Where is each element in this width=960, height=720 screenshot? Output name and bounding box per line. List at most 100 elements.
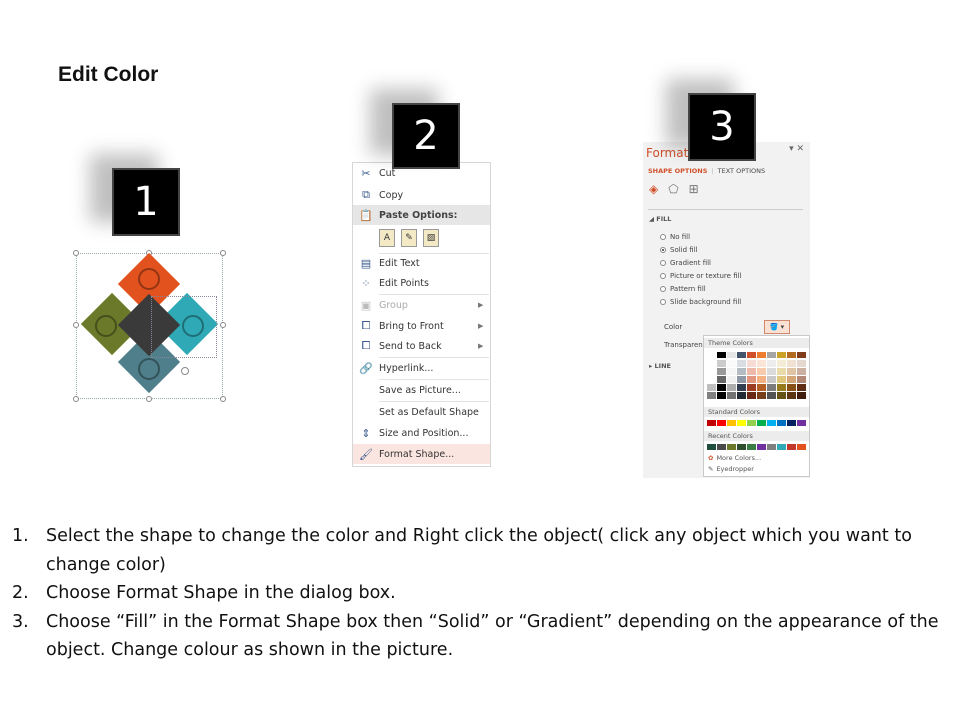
fill-color-button[interactable]: 🪣 ▾ [764,320,790,334]
color-swatch[interactable] [707,392,716,399]
fill-option-no-fill[interactable]: No fill [660,233,690,241]
fill-option-slide-background[interactable]: Slide background fill [660,298,741,306]
color-swatch[interactable] [757,352,766,358]
color-swatch[interactable] [727,368,736,375]
color-swatch[interactable] [767,384,776,391]
color-swatch[interactable] [727,392,736,399]
resize-handle[interactable] [73,322,79,328]
line-section-header[interactable]: ▸ LINE [649,362,671,370]
color-swatch[interactable] [767,392,776,399]
resize-handle[interactable] [73,250,79,256]
menu-item-set-default-shape[interactable]: Set as Default Shape [353,402,490,422]
color-swatch[interactable] [747,360,756,367]
size-properties-icon[interactable]: ⊞ [689,182,699,196]
color-swatch[interactable] [747,392,756,399]
color-swatch[interactable] [757,420,766,426]
color-swatch[interactable] [747,368,756,375]
color-swatch[interactable] [737,352,746,358]
color-swatch[interactable] [787,360,796,367]
eyedropper-option[interactable]: ✎ Eyedropper [708,465,754,473]
menu-item-bring-to-front[interactable]: ⧠ Bring to Front ▶ [353,316,490,336]
color-swatch[interactable] [737,444,746,450]
color-swatch[interactable] [767,376,776,383]
color-swatch[interactable] [737,384,746,391]
menu-item-group[interactable]: ▣ Group ▶ [353,295,490,315]
color-swatch[interactable] [787,384,796,391]
color-swatch[interactable] [707,420,716,426]
menu-item-format-shape[interactable]: 🖌 Format Shape... [353,444,490,464]
paste-keep-formatting-icon[interactable]: A [379,229,395,247]
color-swatch[interactable] [777,420,786,426]
color-swatch[interactable] [727,352,736,358]
color-swatch[interactable] [737,368,746,375]
color-swatch[interactable] [737,420,746,426]
color-swatch[interactable] [777,368,786,375]
fill-option-gradient-fill[interactable]: Gradient fill [660,259,711,267]
color-swatch[interactable] [777,360,786,367]
color-swatch[interactable] [747,420,756,426]
color-swatch[interactable] [717,392,726,399]
color-swatch[interactable] [787,352,796,358]
color-swatch[interactable] [717,352,726,358]
menu-item-edit-text[interactable]: ▤ Edit Text [353,253,490,273]
color-swatch[interactable] [727,360,736,367]
menu-item-hyperlink[interactable]: 🔗 Hyperlink... [353,358,490,378]
color-swatch[interactable] [707,352,716,358]
menu-item-send-to-back[interactable]: ⧠ Send to Back ▶ [353,336,490,356]
color-swatch[interactable] [787,444,796,450]
color-swatch[interactable] [767,444,776,450]
color-swatch[interactable] [727,420,736,426]
color-swatch[interactable] [777,444,786,450]
color-swatch[interactable] [737,392,746,399]
color-swatch[interactable] [797,384,806,391]
color-swatch[interactable] [787,392,796,399]
color-swatch[interactable] [757,360,766,367]
color-swatch[interactable] [707,376,716,383]
color-swatch[interactable] [797,376,806,383]
color-swatch[interactable] [797,352,806,358]
resize-handle[interactable] [220,396,226,402]
color-swatch[interactable] [757,368,766,375]
fill-section-header[interactable]: ◢ FILL [649,215,671,223]
color-swatch[interactable] [767,420,776,426]
color-swatch[interactable] [747,384,756,391]
color-swatch[interactable] [767,352,776,358]
rotate-handle[interactable] [181,367,189,375]
menu-item-copy[interactable]: ⧉ Copy [353,185,490,205]
paste-merge-formatting-icon[interactable]: ✎ [401,229,417,247]
color-swatch[interactable] [717,360,726,367]
color-swatch[interactable] [787,420,796,426]
color-swatch[interactable] [767,360,776,367]
resize-handle[interactable] [220,250,226,256]
resize-handle[interactable] [73,396,79,402]
paste-picture-icon[interactable]: ▨ [423,229,439,247]
color-swatch[interactable] [707,384,716,391]
color-swatch[interactable] [797,444,806,450]
menu-item-size-and-position[interactable]: ⇕ Size and Position... [353,423,490,443]
color-swatch[interactable] [727,384,736,391]
color-swatch[interactable] [797,420,806,426]
color-swatch[interactable] [767,368,776,375]
color-swatch[interactable] [717,444,726,450]
color-swatch[interactable] [727,376,736,383]
color-swatch[interactable] [777,392,786,399]
color-swatch[interactable] [737,360,746,367]
color-swatch[interactable] [777,376,786,383]
color-swatch[interactable] [797,368,806,375]
color-swatch[interactable] [747,444,756,450]
color-swatch[interactable] [747,352,756,358]
color-swatch[interactable] [707,368,716,375]
tab-shape-options[interactable]: SHAPE OPTIONS [648,167,707,175]
color-swatch[interactable] [757,444,766,450]
color-swatch[interactable] [737,376,746,383]
color-swatch[interactable] [707,444,716,450]
color-swatch[interactable] [787,368,796,375]
color-swatch[interactable] [717,376,726,383]
effects-icon[interactable]: ⬠ [668,182,678,196]
color-swatch[interactable] [757,384,766,391]
pane-close-button[interactable]: ▾ ✕ [789,144,804,154]
color-swatch[interactable] [717,384,726,391]
color-swatch[interactable] [777,384,786,391]
more-colors-option[interactable]: ✿ More Colors... [708,454,761,462]
fill-option-pattern-fill[interactable]: Pattern fill [660,285,706,293]
